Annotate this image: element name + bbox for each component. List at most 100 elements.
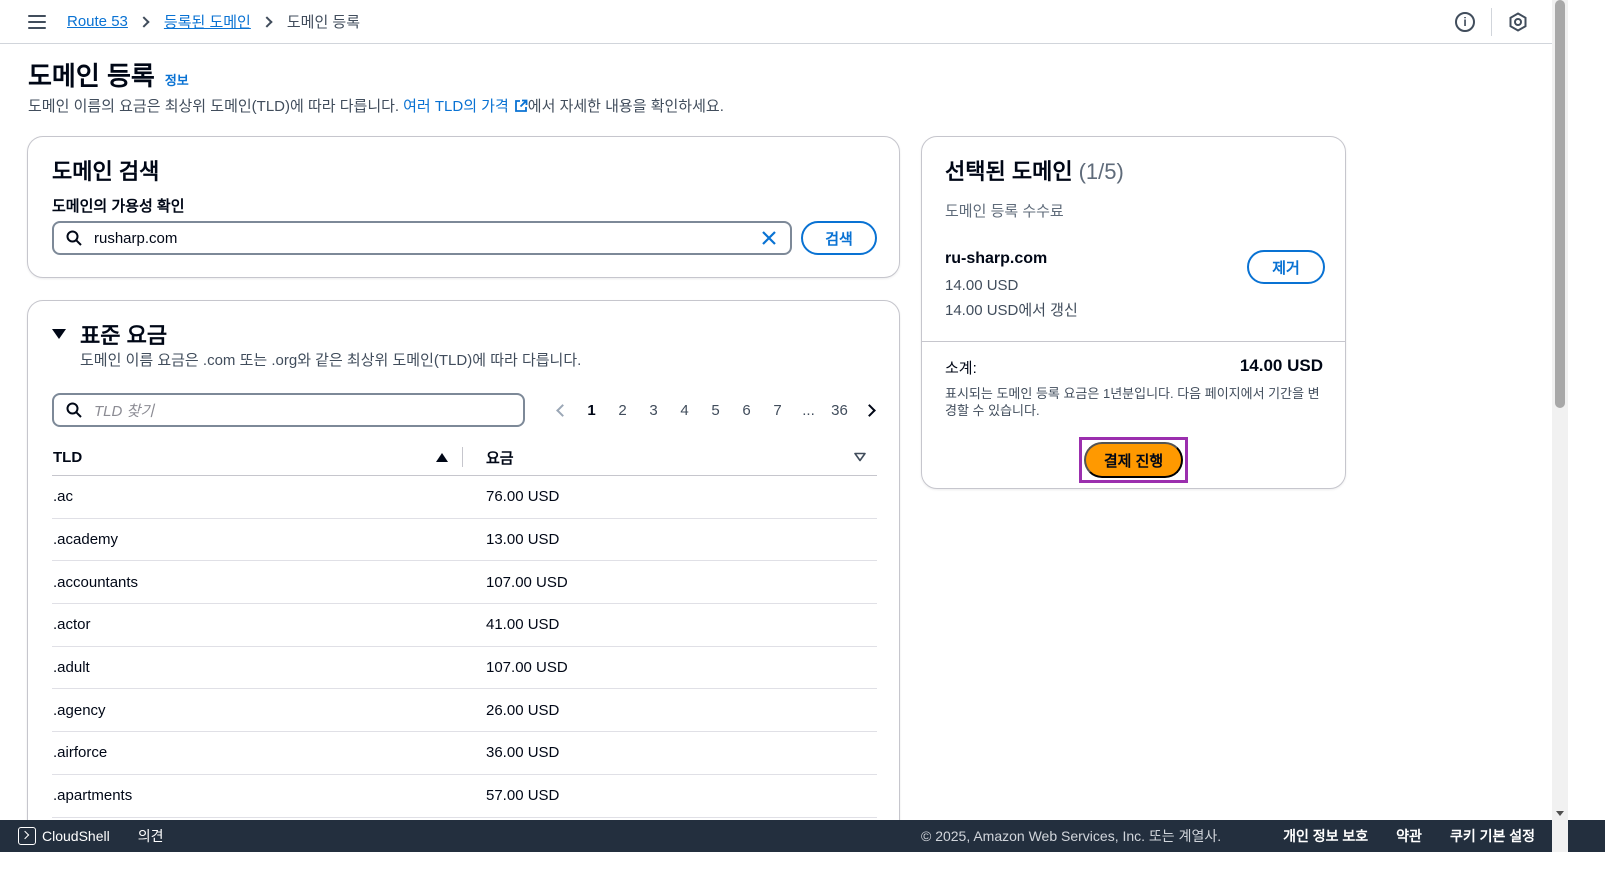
column-divider[interactable] (462, 447, 463, 467)
page-1-button[interactable]: 1 (576, 402, 607, 419)
column-header-price-label: 요금 (486, 449, 514, 467)
remove-button[interactable]: 제거 (1247, 250, 1325, 284)
chevron-left-icon (555, 403, 569, 417)
footer-right: © 2025, Amazon Web Services, Inc. 또는 계열사… (921, 826, 1535, 846)
selected-domain-price: 14.00 USD (945, 277, 1019, 294)
table-row: .ac 76.00 USD (52, 476, 877, 519)
selected-domains-header: 선택된 도메인 (1/5) (945, 154, 1124, 186)
tld-cell: .actor (53, 616, 91, 634)
page-5-button[interactable]: 5 (700, 402, 731, 419)
breadcrumb-route53-link[interactable]: Route 53 (67, 13, 128, 30)
price-cell: 76.00 USD (486, 488, 560, 506)
console-footer: CloudShell 의견 © 2025, Amazon Web Service… (0, 820, 1605, 852)
top-icons: i (1455, 0, 1552, 44)
tld-filter-input[interactable]: TLD 찾기 (52, 393, 525, 427)
divider (1491, 8, 1492, 36)
search-button[interactable]: 검색 (801, 221, 877, 255)
copyright-text: © 2025, Amazon Web Services, Inc. 또는 계열사… (920, 828, 1222, 844)
price-cell: 26.00 USD (486, 701, 560, 719)
table-row: .adult 107.00 USD (52, 647, 877, 690)
selected-domains-count: (1/5) (1078, 159, 1124, 184)
page-description: 도메인 이름의 요금은 최상위 도메인(TLD)에 따라 다릅니다. 여러 TL… (28, 95, 724, 116)
info-link[interactable]: 정보 (165, 70, 189, 89)
settings-hex-icon[interactable] (1508, 12, 1528, 32)
price-cell: 107.00 USD (486, 573, 568, 591)
privacy-link[interactable]: 개인 정보 보호 (1283, 826, 1368, 846)
scrollbar-thumb[interactable] (1555, 0, 1565, 408)
column-header-price[interactable]: 요금 (486, 447, 877, 468)
domain-search-input[interactable]: rusharp.com (52, 221, 792, 255)
table-row: .agency 26.00 USD (52, 689, 877, 733)
cloudshell-icon (18, 827, 36, 845)
divider (922, 341, 1345, 342)
search-icon (66, 402, 82, 418)
pagination-ellipsis: ... (802, 401, 815, 419)
selected-domain-renewal: 14.00 USD에서 갱신 (945, 302, 1078, 319)
page-3-button[interactable]: 3 (638, 402, 669, 419)
selected-domain-name: ru-sharp.com (945, 250, 1048, 267)
page-2-button[interactable]: 2 (607, 402, 638, 419)
page-header: 도메인 등록 정보 (28, 56, 189, 93)
breadcrumb-current: 도메인 등록 (286, 14, 361, 31)
search-icon (66, 230, 82, 246)
breadcrumb-registered-domains-link[interactable]: 등록된 도메인 (164, 11, 251, 32)
page-36-button[interactable]: 36 (824, 402, 855, 419)
cloudshell-button[interactable]: CloudShell (18, 827, 110, 845)
table-row: .accountants 107.00 USD (52, 561, 877, 605)
breadcrumb: Route 53 등록된 도메인 도메인 등록 (67, 11, 360, 32)
domain-search-title: 도메인 검색 (52, 159, 160, 184)
tld-cell: .accountants (53, 573, 139, 591)
tld-cell: .agency (53, 701, 106, 719)
chevron-right-icon (862, 403, 876, 417)
pagination: 1 2 3 4 5 6 7 ... 36 (548, 399, 883, 421)
scrollbar-track (1552, 820, 1568, 852)
chevron-right-icon (138, 15, 150, 28)
page-title: 도메인 등록 (28, 61, 155, 91)
tld-cell: .ac (53, 488, 74, 506)
table-row: .actor 41.00 USD (52, 604, 877, 647)
clear-icon[interactable] (760, 229, 778, 247)
registration-fee-subtitle: 도메인 등록 수수료 (945, 203, 1064, 220)
top-navigation-bar: Route 53 등록된 도메인 도메인 등록 i (0, 0, 1552, 44)
column-header-tld-label: TLD (53, 448, 83, 466)
price-cell: 57.00 USD (486, 787, 560, 805)
price-cell: 36.00 USD (486, 744, 560, 762)
price-cell: 13.00 USD (486, 531, 560, 549)
info-icon[interactable]: i (1455, 12, 1475, 32)
tld-filter-placeholder: TLD 찾기 (94, 402, 155, 420)
tld-cell: .airforce (53, 744, 108, 762)
cookie-preferences-link[interactable]: 쿠키 기본 설정 (1450, 826, 1535, 846)
availability-field-label: 도메인의 가용성 확인 (52, 198, 185, 215)
terms-link[interactable]: 약관 (1396, 826, 1422, 846)
table-row: .apartments 57.00 USD (52, 775, 877, 818)
column-header-tld[interactable]: TLD (52, 449, 462, 466)
tld-pricing-link[interactable]: 여러 TLD의 가격 (403, 95, 528, 116)
standard-pricing-toggle[interactable]: 표준 요금 (52, 318, 167, 350)
description-text: 도메인 이름의 요금은 최상위 도메인(TLD)에 따라 다릅니다. (28, 98, 400, 115)
menu-icon[interactable] (28, 14, 46, 29)
next-page-button[interactable] (855, 399, 883, 421)
registration-period-note: 표시되는 도메인 등록 요금은 1년분입니다. 다음 페이지에서 기간을 변경할… (945, 386, 1320, 418)
subtotal-label: 소계: (945, 360, 977, 377)
domain-search-value[interactable]: rusharp.com (94, 230, 760, 247)
tld-pricing-table: TLD 요금 .ac 76.00 USD .academy 13.00 USD … (52, 439, 877, 818)
description-suffix: 에서 자세한 내용을 확인하세요. (527, 98, 724, 115)
page-7-button[interactable]: 7 (762, 402, 793, 419)
table-row: .academy 13.00 USD (52, 519, 877, 562)
page-6-button[interactable]: 6 (731, 402, 762, 419)
standard-pricing-container: 표준 요금 도메인 이름 요금은 .com 또는 .org와 같은 최상위 도메… (27, 300, 900, 840)
page-4-button[interactable]: 4 (669, 402, 700, 419)
feedback-link[interactable]: 의견 (138, 826, 164, 846)
price-cell: 107.00 USD (486, 659, 568, 677)
sort-ascending-icon (436, 452, 448, 462)
standard-pricing-title: 표준 요금 (80, 323, 168, 348)
previous-page-button[interactable] (548, 399, 576, 421)
standard-pricing-description: 도메인 이름 요금은 .com 또는 .org와 같은 최상위 도메인(TLD)… (80, 352, 582, 369)
page-scrollbar[interactable] (1552, 0, 1568, 820)
scroll-down-arrow-icon[interactable] (1556, 811, 1564, 816)
tld-cell: .academy (53, 531, 119, 549)
proceed-to-checkout-button[interactable]: 결제 진행 (1084, 442, 1183, 478)
tld-pricing-link-label: 여러 TLD의 가격 (403, 98, 509, 115)
sort-descending-icon (854, 452, 866, 462)
domain-search-container: 도메인 검색 도메인의 가용성 확인 rusharp.com 검색 (27, 136, 900, 278)
